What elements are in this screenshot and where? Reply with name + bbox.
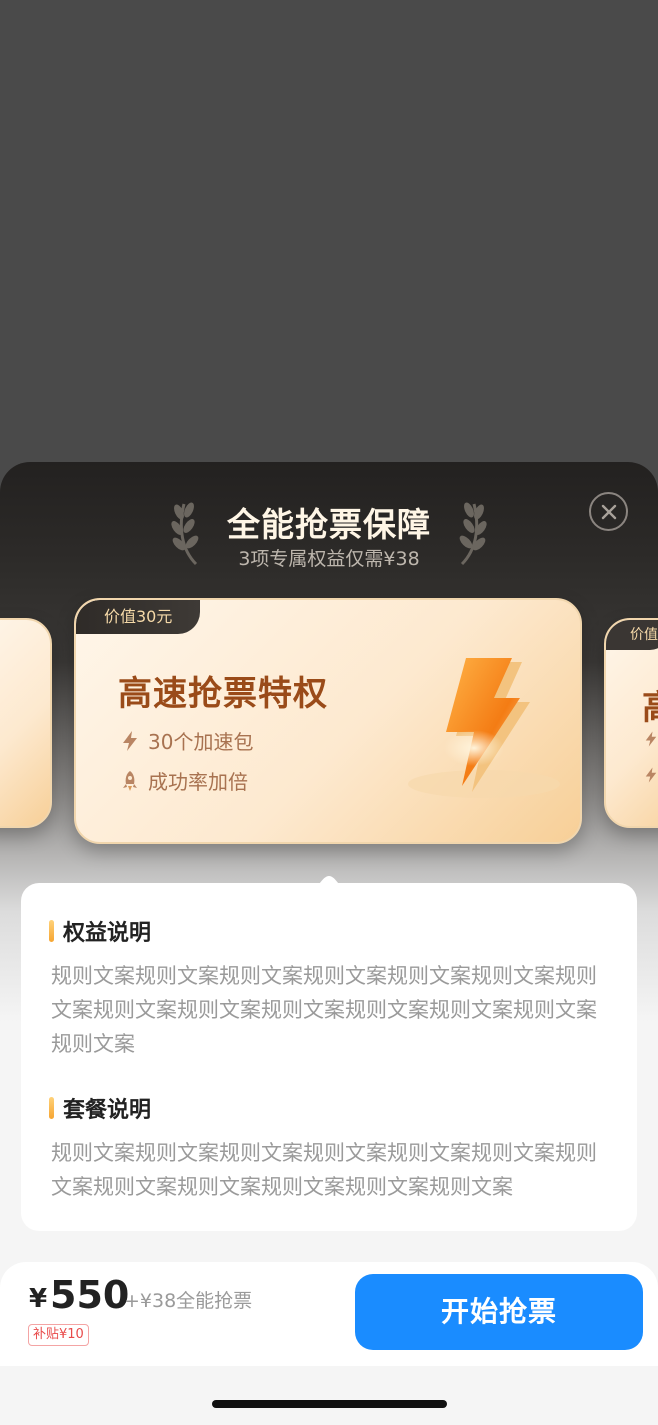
section-heading: 套餐说明 [49, 1092, 151, 1124]
section-title: 套餐说明 [63, 1098, 152, 1123]
benefit-card-next[interactable]: 价值 高 [604, 618, 658, 828]
benefit-card-main[interactable]: 价值30元 高速抢票特权 30个加速包 成功率加倍 [74, 598, 582, 844]
feature-label: 30个加速包 [148, 730, 254, 754]
laurel-right-icon [459, 502, 487, 566]
section-heading: 权益说明 [49, 915, 151, 947]
home-indicator[interactable] [212, 1400, 447, 1408]
rocket-icon [123, 770, 137, 791]
bottom-action-bar: ¥ 550 +¥38全能抢票 补贴¥10 开始抢票 [0, 1262, 658, 1366]
info-panel: 权益说明 规则文案规则文案规则文案规则文案规则文案规则文案规则文案规则文案规则文… [21, 883, 637, 1231]
price-addon-label: +¥38全能抢票 [124, 1290, 253, 1312]
card-title: 高 [642, 680, 658, 729]
lightning-icon [645, 731, 657, 747]
dimmed-background[interactable] [0, 0, 658, 462]
card-title: 高速抢票特权 [118, 674, 328, 714]
value-badge: 价值 [606, 620, 658, 650]
lightning-bolt-illustration [408, 658, 560, 798]
section-body: 规则文案规则文案规则文案规则文案规则文案规则文案规则文案规则文案规则文案规则文案… [51, 964, 597, 1056]
close-button[interactable] [589, 492, 628, 531]
section-body: 规则文案规则文案规则文案规则文案规则文案规则文案规则文案规则文案规则文案规则文案… [51, 1141, 597, 1199]
close-icon [601, 504, 616, 519]
lightning-icon [123, 730, 137, 751]
section-title: 权益说明 [63, 921, 152, 946]
feature-item: 30个加速包 [118, 726, 253, 755]
currency-symbol: ¥ [29, 1284, 48, 1314]
sheet-subtitle: 3项专属权益仅需¥38 [238, 548, 420, 570]
sheet-title: 全能抢票保障 [227, 505, 431, 544]
start-grab-ticket-button[interactable]: 开始抢票 [355, 1274, 643, 1350]
subsidy-badge: 补贴¥10 [28, 1324, 89, 1346]
benefit-card-prev[interactable] [0, 618, 52, 828]
heading-accent-bar [49, 1097, 54, 1119]
feature-label: 成功率加倍 [148, 770, 248, 794]
value-badge: 价值30元 [76, 600, 201, 634]
heading-accent-bar [49, 920, 54, 942]
feature-item: 成功率加倍 [118, 766, 248, 795]
lightning-icon [645, 767, 657, 783]
total-price: 550 [50, 1273, 130, 1317]
bottom-sheet: 全能抢票保障 3项专属权益仅需¥38 价值30元 高速抢票特权 30个加速包 成… [0, 462, 658, 1425]
